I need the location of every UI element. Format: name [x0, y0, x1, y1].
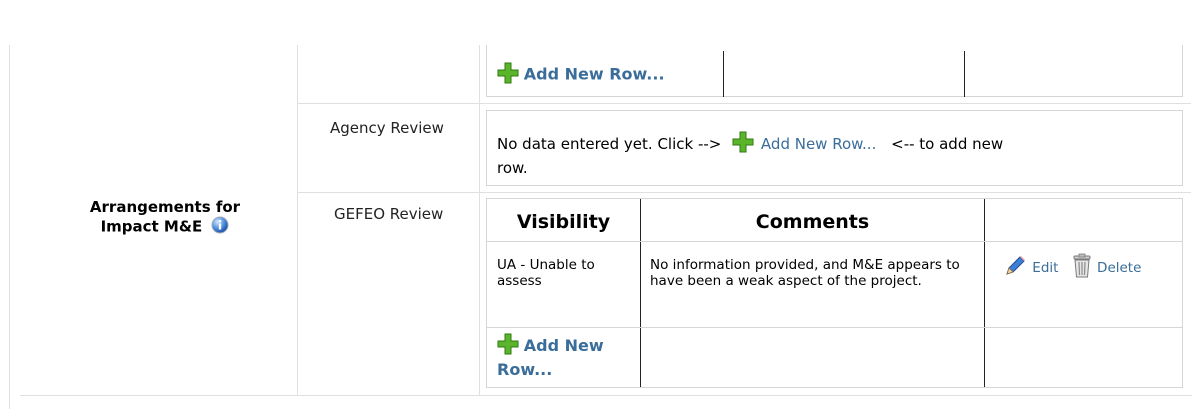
- plus-icon[interactable]: [732, 131, 754, 158]
- agency-review-message: No data entered yet. Click --> Add New R…: [497, 131, 1167, 178]
- add-new-row-link[interactable]: Add New Row...: [524, 65, 665, 84]
- agency-review-box: No data entered yet. Click --> Add New R…: [486, 110, 1183, 186]
- row-divider-2: [297, 192, 1191, 193]
- gefeo-col-divider-2: [984, 199, 985, 387]
- gefeo-review-label: GEFEO Review: [334, 205, 444, 223]
- top-table-col-divider-1: [723, 51, 724, 97]
- plus-icon: [497, 333, 519, 360]
- top-table-col-divider-2: [964, 51, 965, 97]
- outer-left-border: [9, 45, 10, 409]
- column-divider-right: [479, 45, 480, 395]
- info-icon[interactable]: [211, 216, 229, 238]
- header-visibility: Visibility: [516, 211, 611, 233]
- agency-review-label: Agency Review: [330, 119, 444, 137]
- top-add-new-row[interactable]: Add New Row...: [497, 62, 665, 88]
- edit-action[interactable]: Edit: [1002, 256, 1063, 276]
- trash-icon: [1071, 253, 1093, 283]
- message-suffix: <-- to add new: [891, 135, 1004, 153]
- gefeo-review-table: Visibility Comments UA - Unable to asses…: [486, 198, 1183, 388]
- delete-link[interactable]: Delete: [1097, 260, 1141, 276]
- agency-add-new-row-link[interactable]: Add New Row...: [761, 135, 876, 153]
- section-label: Arrangements for Impact M&E: [60, 198, 270, 238]
- edit-link[interactable]: Edit: [1032, 260, 1058, 276]
- row-divider-1: [297, 103, 1191, 104]
- top-table: Add New Row...: [486, 45, 1183, 97]
- column-divider-left: [297, 45, 298, 395]
- gefeo-header-divider: [487, 241, 1182, 242]
- delete-action[interactable]: Delete: [1071, 253, 1141, 278]
- message-suffix-line2: row.: [497, 159, 528, 177]
- plus-icon: [497, 62, 519, 88]
- cell-visibility: UA - Unable to assess: [497, 257, 595, 289]
- pencil-icon: [1002, 253, 1028, 283]
- section-bottom-border: [20, 395, 1192, 396]
- message-prefix: No data entered yet. Click -->: [497, 135, 722, 153]
- cell-comments: No information provided, and M&E appears…: [650, 257, 960, 289]
- row-actions: Edit Delete: [1002, 253, 1141, 283]
- header-comments: Comments: [755, 211, 870, 233]
- gefeo-add-new-row[interactable]: Add New Row...: [497, 333, 637, 380]
- gefeo-row-divider: [487, 327, 1182, 328]
